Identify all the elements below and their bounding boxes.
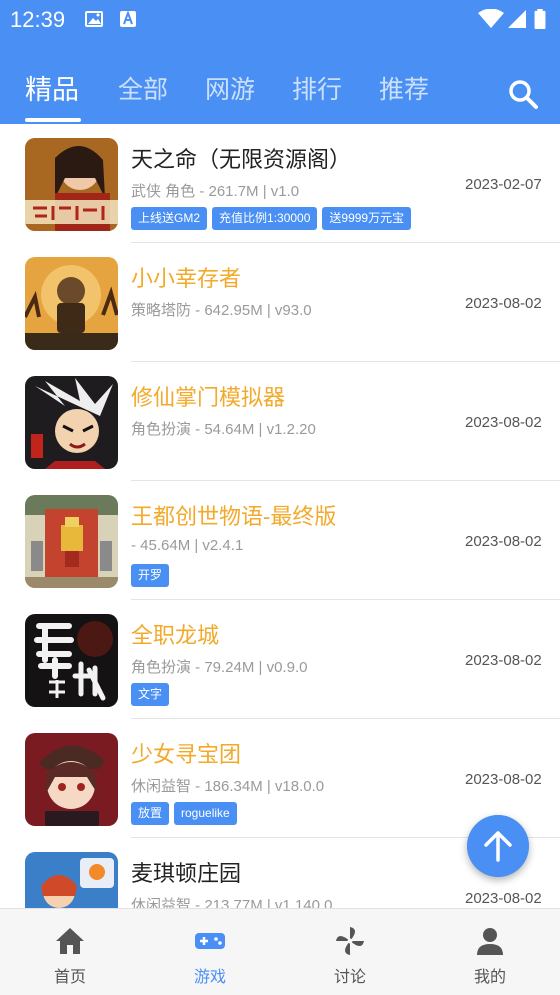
game-meta: 休闲益智 - 213.77M | v1.140.0 [131,897,333,908]
battery-icon [534,9,546,29]
active-tab-indicator [25,118,81,122]
game-tags: 上线送GM2 充值比例1:30000 送9999万元宝 [131,207,416,231]
game-title[interactable]: 少女寻宝团 [131,737,241,769]
game-title[interactable]: 天之命（无限资源阁） [131,142,351,174]
game-icon-tianzhiming[interactable] [25,138,118,231]
game-meta: - 45.64M | v2.4.1 [131,537,244,554]
game-tags: 文字 [131,683,174,707]
game-title[interactable]: 麦琪顿庄园 [131,856,241,888]
nav-label: 我的 [473,969,506,986]
nav-label: 首页 [53,969,86,986]
bottom-navigation: 首页 游戏 讨论 我的 [0,908,560,995]
pinwheel-icon [336,927,364,955]
game-title[interactable]: 王都创世物语-最终版 [131,499,336,531]
scroll-to-top-button[interactable] [467,815,529,877]
tab-recommended[interactable]: 推荐 [379,70,429,106]
game-meta: 策略塔防 - 642.95M | v93.0 [131,302,312,319]
signal-icon [508,10,526,28]
game-list-item[interactable]: 小小幸存者 策略塔防 - 642.95M | v93.0 2023-08-02 [0,243,560,362]
wifi-icon [478,9,504,28]
game-meta: 武侠 角色 - 261.7M | v1.0 [131,183,300,200]
game-title[interactable]: 修仙掌门模拟器 [131,380,285,412]
game-tag[interactable]: 送9999万元宝 [322,207,412,230]
game-list-item[interactable]: 全职龙城 角色扮演 - 79.24M | v0.9.0 2023-08-02 文… [0,600,560,719]
tab-featured[interactable]: 精品 [25,68,79,107]
gamepad-icon [195,933,225,949]
tab-ranking[interactable]: 排行 [292,70,342,106]
search-icon[interactable] [505,76,541,112]
nav-label: 讨论 [333,969,366,986]
status-bar: 12:39 [0,0,560,40]
game-meta: 休闲益智 - 186.34M | v18.0.0 [131,778,325,795]
game-list-item[interactable]: 王都创世物语-最终版 - 45.64M | v2.4.1 2023-08-02 … [0,481,560,600]
nav-label: 游戏 [193,969,226,986]
game-date: 2023-08-02 [465,295,542,312]
game-list-item[interactable]: 少女寻宝团 休闲益智 - 186.34M | v18.0.0 2023-08-0… [0,719,560,838]
game-tag[interactable]: 开罗 [131,564,170,587]
nav-profile[interactable]: 我的 [420,909,560,995]
game-date: 2023-08-02 [465,890,542,907]
font-notification-icon [120,10,136,27]
game-meta: 角色扮演 - 79.24M | v0.9.0 [131,659,308,676]
game-tag[interactable]: 放置 [131,802,170,825]
nav-discussion[interactable]: 讨论 [280,909,420,995]
game-tag[interactable]: 上线送GM2 [131,207,208,230]
image-notification-icon [85,11,103,27]
game-icon-shaonv-xunbao[interactable] [25,733,118,826]
user-icon [477,928,503,955]
game-list-item[interactable]: 修仙掌门模拟器 角色扮演 - 54.64M | v1.2.20 2023-08-… [0,362,560,481]
game-tag[interactable]: 充值比例1:30000 [212,207,318,230]
game-icon-quanzhi-longcheng[interactable] [25,614,118,707]
game-tags: 放置 roguelike [131,802,242,826]
nav-games[interactable]: 游戏 [140,909,280,995]
nav-home[interactable]: 首页 [0,909,140,995]
game-date: 2023-08-02 [465,533,542,550]
game-date: 2023-08-02 [465,414,542,431]
status-time: 12:39 [10,7,66,32]
game-tag[interactable]: roguelike [174,802,237,825]
game-list-item[interactable]: 天之命（无限资源阁） 武侠 角色 - 261.7M | v1.0 2023-02… [0,124,560,243]
game-icon-xiuxian[interactable] [25,376,118,469]
tab-all[interactable]: 全部 [118,70,168,106]
home-icon [56,928,84,954]
game-icon-maiqi-manor[interactable] [25,852,118,908]
app-header: 12:39 精品 全部 网游 排行 推荐 [0,0,560,124]
game-icon-xiaoxiao-survivor[interactable] [25,257,118,350]
game-tag[interactable]: 文字 [131,683,170,706]
game-title[interactable]: 小小幸存者 [131,261,241,293]
game-meta: 角色扮演 - 54.64M | v1.2.20 [131,421,316,438]
game-tags: 开罗 [131,564,174,588]
tab-online-games[interactable]: 网游 [205,70,255,106]
game-list[interactable]: 天之命（无限资源阁） 武侠 角色 - 261.7M | v1.0 2023-02… [0,124,560,908]
game-date: 2023-02-07 [465,176,542,193]
game-date: 2023-08-02 [465,652,542,669]
game-icon-wangdu[interactable] [25,495,118,588]
game-date: 2023-08-02 [465,771,542,788]
category-tabs: 精品 全部 网游 排行 推荐 [0,62,560,124]
game-title[interactable]: 全职龙城 [131,618,219,650]
